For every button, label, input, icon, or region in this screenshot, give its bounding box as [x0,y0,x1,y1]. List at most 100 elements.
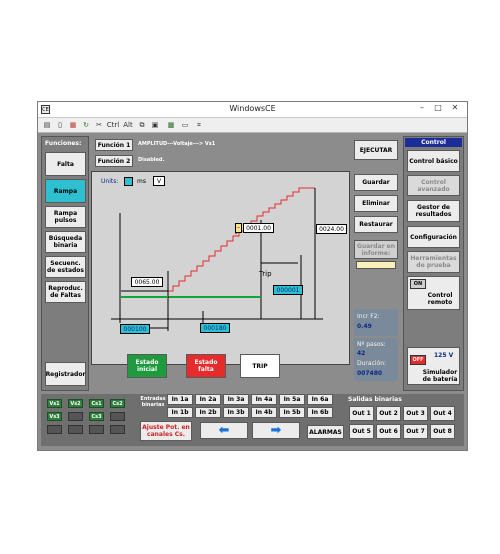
input-1b[interactable]: In 1b [167,407,193,418]
function-falta-button[interactable]: Falta [45,152,86,176]
channel-vs2[interactable]: Vs2 [68,399,83,408]
input-6b[interactable]: In 6b [307,407,333,418]
nav-right-button[interactable]: ➡ [252,422,300,439]
copy-icon[interactable]: ⧉ [137,120,147,130]
ejecutar-button[interactable]: EJECUTAR [354,140,398,160]
input-5b[interactable]: In 5b [279,407,305,418]
function-busqueda-binaria-button[interactable]: Búsqueda binaria [45,231,86,253]
alt-key[interactable]: Alt [122,120,134,130]
paste-icon[interactable]: ▣ [150,120,160,130]
alarmas-button[interactable]: ALARMAS [307,425,344,439]
function-reproduc-faltas-button[interactable]: Reproduc. de Faltas [45,281,86,303]
guardar-informe-button[interactable]: Guardar en informe: [354,240,398,259]
grid-icon[interactable]: ▦ [68,120,78,130]
refresh-icon[interactable]: ↻ [81,120,91,130]
cut-icon[interactable]: ✂ [94,120,104,130]
guardar-button[interactable]: Guardar [354,174,398,191]
time-trip-box[interactable]: 000001 [273,285,303,295]
time-a-box[interactable]: 000100 [120,324,150,334]
final-value-box[interactable]: 0024.00 [316,224,347,234]
eliminar-button[interactable]: Eliminar [354,195,398,212]
entradas-binarias-label: Entradas binarias [140,396,166,408]
off-toggle[interactable]: OFF [410,355,426,365]
duracion-value: 007480 [357,370,383,377]
state-fault-button[interactable]: Estado falta [186,354,226,378]
input-5a[interactable]: In 5a [279,394,305,405]
input-4a[interactable]: In 4a [251,394,277,405]
configuracion-button[interactable]: Configuración [407,226,460,248]
monitor-icon[interactable]: ▭ [180,120,190,130]
channel-empty-3 [47,425,62,434]
trip-button[interactable]: TRIP [240,354,280,378]
output-6[interactable]: Out 6 [376,424,401,439]
channel-empty-1 [68,412,83,421]
maximize-button[interactable]: □ [432,103,444,112]
channel-empty-2 [110,412,125,421]
function-rampa-button[interactable]: Rampa [45,179,86,203]
minimize-button[interactable]: – [416,103,428,112]
control-basico-button[interactable]: Control básico [407,150,460,172]
informe-field[interactable] [356,261,396,269]
duracion-label: Duración: [357,360,387,367]
nav-left-button[interactable]: ⬅ [200,422,248,439]
function-secuenc-estados-button[interactable]: Secuenc. de estados [45,256,86,278]
battery-voltage: 125 V [434,352,454,359]
channel-empty-5 [89,425,104,434]
input-3b[interactable]: In 3b [223,407,249,418]
gestor-resultados-button[interactable]: Gestor de resultados [407,200,460,222]
state-initial-button[interactable]: Estado inicial [127,354,167,378]
time-b-box[interactable]: 000180 [200,323,230,333]
output-7[interactable]: Out 7 [403,424,428,439]
input-3a[interactable]: In 3a [223,394,249,405]
document-icon[interactable]: ▯ [55,120,65,130]
channel-empty-4 [68,425,83,434]
initial-value-box[interactable]: 0065.00 [131,277,163,287]
output-5[interactable]: Out 5 [349,424,374,439]
channel-vs1[interactable]: Vs1 [47,399,62,408]
properties-icon[interactable]: ▤ [42,120,52,130]
function2-text: Disabled. [138,157,165,163]
input-6a[interactable]: In 6a [307,394,333,405]
function-rampa-pulsos-button[interactable]: Rampa pulsos [45,206,86,228]
pasos-label: Nº pasos: [357,341,386,348]
incr-value: 0.49 [357,323,372,330]
simulador-bateria-label: Simulador de batería [422,369,458,383]
step-value-box[interactable]: 0001.00 [243,223,274,233]
trip-label: Trip [259,270,272,278]
save-icon[interactable]: ▩ [166,120,176,130]
control-avanzado-button[interactable]: Control avanzado [407,175,460,196]
output-1[interactable]: Out 1 [349,406,374,421]
input-1a[interactable]: In 1a [167,394,193,405]
function2-button[interactable]: Función 2 [95,155,133,167]
output-4[interactable]: Out 4 [430,406,455,421]
salidas-binarias-label: Salidas binarias [348,396,402,403]
ctrl-key[interactable]: Ctrl [106,120,120,130]
incr-label: Incr F2: [357,313,380,320]
channel-cs2[interactable]: Cs2 [110,399,125,408]
output-3[interactable]: Out 3 [403,406,428,421]
function1-text: AMPLITUD---Voltaje---> Vs1 [138,141,216,147]
restaurar-button[interactable]: Restaurar [354,216,398,233]
registrador-button[interactable]: Registrador [45,362,86,386]
toolbar: ▤ ▯ ▦ ↻ ✂ Ctrl Alt ⧉ ▣ ▩ ▭ ⌗ [38,118,467,133]
channel-empty-6 [110,425,125,434]
ramp-curve [111,187,323,331]
crop-icon[interactable]: ⌗ [194,120,204,130]
control-header: Control [405,138,462,147]
functions-header: Funciones: [45,140,82,147]
output-8[interactable]: Out 8 [430,424,455,439]
input-2a[interactable]: In 2a [195,394,221,405]
close-button[interactable]: ✕ [449,103,461,112]
channel-cs1[interactable]: Cs1 [89,399,104,408]
output-2[interactable]: Out 2 [376,406,401,421]
on-toggle[interactable]: ON [410,279,426,289]
control-remoto-label: Control remoto [427,292,453,306]
input-2b[interactable]: In 2b [195,407,221,418]
window-title: WindowsCE [229,104,276,113]
input-4b[interactable]: In 4b [251,407,277,418]
channel-vs3[interactable]: Vs3 [47,412,62,421]
herramientas-prueba-button[interactable]: Herramientas de prueba [407,251,460,273]
channel-cs3[interactable]: Cs3 [89,412,104,421]
function1-button[interactable]: Función 1 [95,139,133,151]
ajuste-pot-button[interactable]: Ajuste Pot. en canales Cs. [140,421,192,441]
